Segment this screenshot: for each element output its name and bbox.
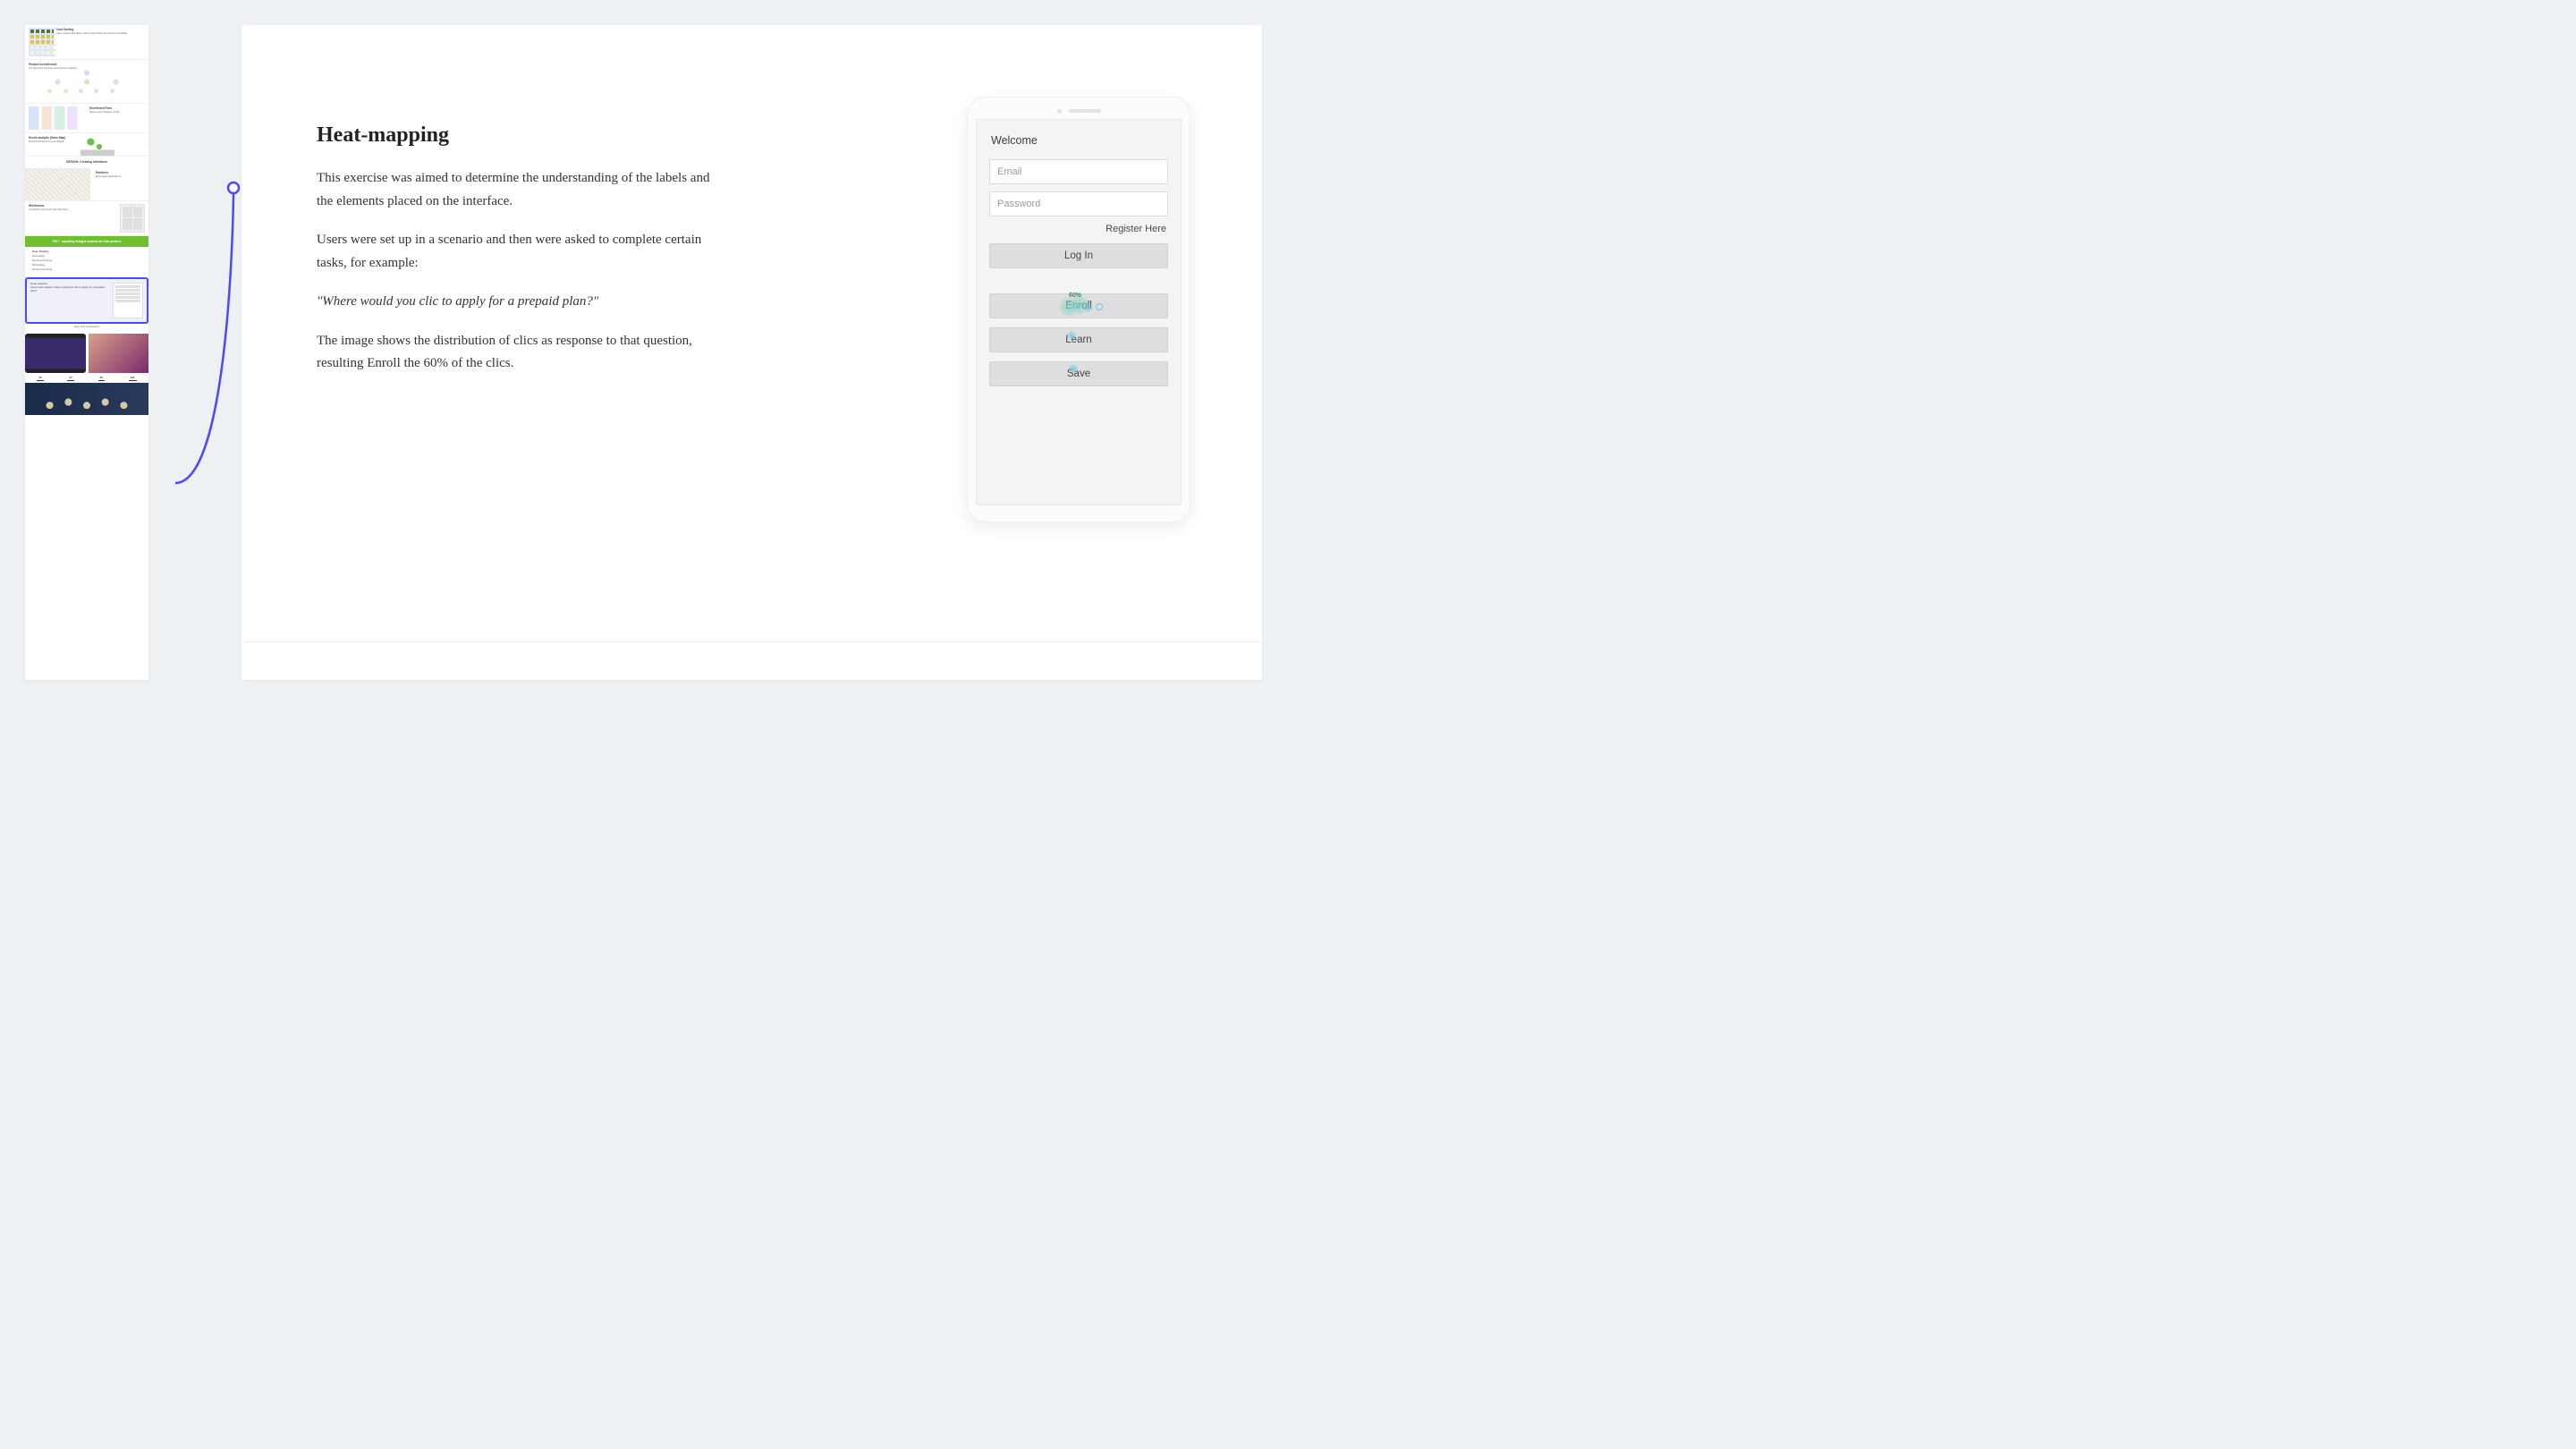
thumb-visual-design[interactable] xyxy=(25,332,148,375)
thumb-text: Users were asked: where would you clic t… xyxy=(30,286,110,293)
thumb-card-sorting[interactable]: Card Sorting Users sorted information ca… xyxy=(25,25,148,60)
email-field[interactable]: Email xyxy=(989,159,1168,184)
password-field[interactable]: Password xyxy=(989,191,1168,216)
section-title: Heat-mapping xyxy=(317,123,728,148)
thumb-text: Prioritized features by user delight. xyxy=(29,140,145,143)
divider xyxy=(242,641,1262,642)
login-button[interactable]: Log In xyxy=(989,243,1168,268)
stat-value: 20 xyxy=(37,377,43,381)
thumb-heatmapping-selected[interactable]: Heat-mapping Users were asked: where wou… xyxy=(25,277,148,324)
thumb-text: Steps a user follows to enroll. xyxy=(89,111,145,114)
thumb-text: Early paper explorations. xyxy=(96,175,146,178)
placeholder-text: Password xyxy=(997,199,1040,209)
button-label: Log In xyxy=(1064,250,1093,261)
button-label: Learn xyxy=(1065,335,1091,345)
placeholder-text: Email xyxy=(997,166,1022,177)
thumb-heading: Card Sorting xyxy=(56,28,145,31)
thumb-text: Users sorted information cards to help d… xyxy=(56,32,145,35)
phone-render-image xyxy=(25,334,86,373)
thumb-text: Results and findings xyxy=(32,268,141,271)
thumb-product-architecture[interactable]: Product Architecture The hierarchy and f… xyxy=(25,60,148,104)
body-paragraph: The image shows the distribution of clic… xyxy=(317,330,728,376)
main-content-card: Heat-mapping This exercise was aimed to … xyxy=(242,25,1262,680)
thumb-design-heading: DESIGN: Creating interfaces xyxy=(25,157,148,167)
learn-button[interactable]: Learn xyxy=(989,327,1168,352)
thumb-stats: 20 67 98 100 xyxy=(25,375,148,383)
thumb-wireframes[interactable]: Wireframes Low-fidelity screens for the … xyxy=(25,201,148,236)
welcome-label: Welcome xyxy=(991,134,1168,147)
thumb-needs-analysis[interactable]: Needs analysis (Kano Map) Prioritized fe… xyxy=(25,133,148,157)
thumb-text: Low-fidelity screens for the main flows. xyxy=(29,208,117,211)
thumb-graduation-image[interactable] xyxy=(25,383,148,415)
thumb-heading: Wireframes xyxy=(29,204,117,208)
org-chart-graphic xyxy=(29,70,145,100)
thumb-text: Methodology xyxy=(32,264,141,267)
save-button[interactable]: Save xyxy=(989,361,1168,386)
flow-blocks-graphic xyxy=(29,106,87,130)
register-link[interactable]: Register Here xyxy=(989,224,1166,234)
hand-phone-image xyxy=(89,334,149,373)
speaker-bar-icon xyxy=(1069,109,1101,113)
phone-notch xyxy=(976,106,1182,115)
button-label: Save xyxy=(1067,369,1090,379)
mini-phone-mock xyxy=(113,283,143,318)
thumb-heading: Sketches xyxy=(96,171,146,174)
heatmap-ring-icon xyxy=(1096,303,1103,310)
button-label: Enroll xyxy=(1065,301,1091,311)
page-thumbnail-strip[interactable]: Card Sorting Users sorted information ca… xyxy=(25,25,148,680)
thumb-heading: Needs analysis (Kano Map) xyxy=(29,136,145,140)
enroll-button[interactable]: Enroll 60% xyxy=(989,293,1168,318)
thumb-text: Results and findings xyxy=(32,259,141,262)
heatmap-percent: 60% xyxy=(1069,292,1081,299)
camera-dot-icon xyxy=(1057,109,1062,114)
body-paragraph: This exercise was aimed to determine the… xyxy=(317,167,728,213)
thumb-caption: "Even this is awesome" xyxy=(25,324,148,333)
thumbnail-image xyxy=(29,28,54,56)
phone-mockup: Welcome Email Password Register Here Log… xyxy=(967,97,1191,522)
thumb-heading: Product Architecture xyxy=(29,63,145,66)
thumb-heading: User Testing xyxy=(32,250,141,254)
thumb-text: Methodology xyxy=(32,255,141,258)
sketch-image xyxy=(25,168,90,200)
stat-value: 100 xyxy=(129,377,137,381)
stat-value: 98 xyxy=(98,377,105,381)
connector-line xyxy=(148,179,256,501)
thumb-sketches[interactable]: Sketches Early paper explorations. xyxy=(25,168,148,201)
stat-value: 67 xyxy=(67,377,73,381)
phone-screen: Welcome Email Password Register Here Log… xyxy=(976,119,1182,505)
thumb-test-banner[interactable]: TEST : adjusting designs towards the fin… xyxy=(25,236,148,247)
wireframe-image xyxy=(120,204,145,233)
thumb-user-testing[interactable]: User Testing Methodology Results and fin… xyxy=(25,247,148,277)
body-paragraph: Users were set up in a scenario and then… xyxy=(317,229,728,275)
thumb-heading: Enrollment Flow xyxy=(89,106,145,110)
thumb-enrollment-flow[interactable]: Enrollment Flow Steps a user follows to … xyxy=(25,104,148,133)
body-quote: "Where would you clic to apply for a pre… xyxy=(317,291,728,314)
